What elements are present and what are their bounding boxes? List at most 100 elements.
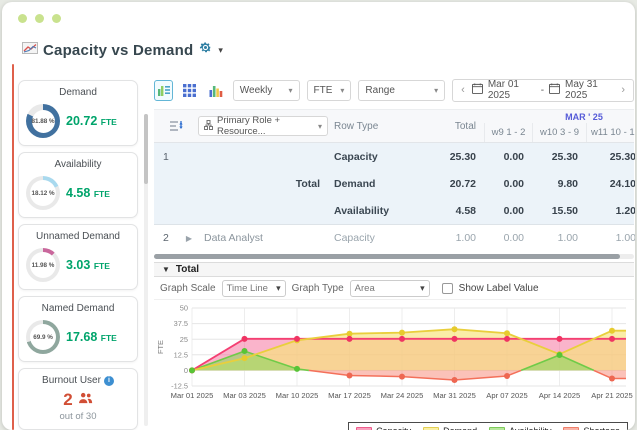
svg-text:Mar 01 2025: Mar 01 2025 [171, 391, 214, 400]
calendar-icon [472, 83, 483, 97]
kpi-card-named-demand[interactable]: Named Demand 69.9 % 17.68 FTE [18, 296, 138, 362]
svg-text:37.5: 37.5 [174, 319, 188, 328]
titlebar: Capacity vs Demand ▾ [22, 40, 223, 60]
prev-range-button[interactable]: ‹ [459, 84, 467, 96]
demand-donut: 81.88 % [26, 104, 60, 138]
sort-rows-icon[interactable] [154, 110, 198, 142]
cell-w11: 25.30 [586, 151, 635, 163]
row-type: Availability [332, 205, 424, 217]
svg-text:Mar 31 2025: Mar 31 2025 [433, 391, 476, 400]
show-label-value-label: Show Label Value [459, 283, 539, 294]
cell-total: 4.58 [424, 205, 484, 217]
svg-text:Mar 03 2025: Mar 03 2025 [223, 391, 266, 400]
show-label-value-checkbox[interactable] [442, 283, 453, 294]
donut-percent: 81.88 % [31, 118, 54, 125]
named-demand-donut: 69.9 % [26, 320, 60, 354]
date-range-picker: ‹ Mar 01 2025 - May 31 2025 › [452, 79, 634, 102]
period-select[interactable]: Weekly▾ [233, 80, 300, 101]
hierarchy-icon [204, 120, 213, 133]
window-dot[interactable] [52, 14, 61, 23]
table-chart-view-button[interactable] [154, 80, 173, 101]
horizontal-scrollbar[interactable] [154, 254, 634, 259]
group-by-select[interactable]: Primary Role + Resource... ▾ [198, 116, 328, 136]
svg-text:Mar 10 2025: Mar 10 2025 [276, 391, 319, 400]
chart-legend: Capacity Demand Availability Shortage [154, 422, 628, 430]
graph-type-label: Graph Type [292, 283, 344, 294]
column-week[interactable]: w9 1 - 2 [484, 123, 532, 142]
kpi-card-unnamed-demand[interactable]: Unnamed Demand 11.98 % 3.03 FTE [18, 224, 138, 290]
svg-text:Mar 17 2025: Mar 17 2025 [328, 391, 371, 400]
shortage-swatch [563, 427, 579, 430]
row-number: 2 [154, 232, 180, 244]
kpi-title: Demand [26, 87, 130, 98]
kpi-card-availability[interactable]: Availability 18.12 % 4.58 FTE [18, 152, 138, 218]
date-to[interactable]: May 31 2025 [565, 79, 614, 101]
cell-w10: 9.80 [532, 178, 586, 190]
chevron-down-icon: ▾ [340, 86, 344, 95]
chevron-down-icon: ▾ [434, 86, 438, 95]
row-type: Capacity [332, 232, 424, 244]
info-icon[interactable]: i [104, 376, 114, 386]
column-row-type[interactable]: Row Type [332, 110, 424, 142]
date-separator: - [541, 85, 544, 96]
capacity-swatch [356, 427, 372, 430]
row-type: Capacity [332, 151, 424, 163]
vertical-scrollbar[interactable] [144, 114, 148, 426]
kpi-card-demand[interactable]: Demand 81.88 % 20.72 FTE [18, 80, 138, 146]
chevron-down-icon: ▾ [289, 86, 293, 95]
chart-canvas[interactable]: Mar 01 2025 Mar 03 2025 Mar 10 2025 Mar 17 … [154, 302, 634, 414]
kpi-card-burnout[interactable]: Burnout User i 2 out of 30 [18, 368, 138, 430]
kpi-title: Named Demand [26, 303, 130, 314]
cell-w9: 0.00 [484, 151, 532, 163]
table-row[interactable]: Availability 4.58 0.00 15.50 1.20 [154, 197, 634, 224]
cell-w10: 25.30 [532, 151, 586, 163]
main-panel: Weekly▾ FTE▾ Range▾ ‹ Mar 01 2025 - May … [154, 76, 634, 430]
next-range-button[interactable]: › [619, 84, 627, 96]
calendar-icon [549, 83, 560, 97]
table-row[interactable]: 2 ▶ Data Analyst Capacity 1.00 0.00 1.00… [154, 225, 634, 251]
section-title: Total [176, 264, 199, 275]
table-row[interactable]: Total Demand 20.72 0.00 9.80 24.10 [154, 170, 634, 197]
column-total[interactable]: Total [424, 110, 484, 142]
svg-text:50: 50 [180, 304, 188, 313]
toolbar: Weekly▾ FTE▾ Range▾ ‹ Mar 01 2025 - May … [154, 76, 634, 104]
column-week[interactable]: w10 3 - 9 [532, 123, 586, 142]
row-role: Total [198, 178, 332, 190]
legend-item-capacity: Capacity [356, 426, 411, 430]
svg-text:25: 25 [180, 335, 188, 344]
row-role: Data Analyst [198, 232, 332, 244]
bar-chart-view-button[interactable] [207, 80, 226, 101]
svg-text:Apr 21 2025: Apr 21 2025 [591, 391, 632, 400]
users-icon [78, 391, 93, 409]
cell-total: 25.30 [424, 151, 484, 163]
line-chart-icon [22, 41, 38, 60]
page-title: Capacity vs Demand [43, 42, 193, 59]
demand-swatch [423, 427, 439, 430]
date-from[interactable]: Mar 01 2025 [488, 79, 536, 101]
window-dot[interactable] [18, 14, 27, 23]
table-row[interactable]: 1 Capacity 25.30 0.00 25.30 25.30 [154, 143, 634, 170]
gear-icon[interactable] [198, 40, 213, 60]
svg-text:Apr 14 2025: Apr 14 2025 [539, 391, 580, 400]
unit-select[interactable]: FTE▾ [307, 80, 352, 101]
range-select[interactable]: Range▾ [358, 80, 445, 101]
cell-w11: 1.00 [586, 232, 635, 244]
graph-scale-label: Graph Scale [160, 283, 216, 294]
total-section-header[interactable]: ▼ Total [154, 262, 634, 277]
burnout-caption: out of 30 [26, 411, 130, 422]
graph-type-select[interactable]: Area▾ [350, 280, 430, 297]
left-accent-bar [12, 64, 14, 430]
column-week[interactable]: w11 10 - 16 [586, 123, 635, 142]
window-dot[interactable] [35, 14, 44, 23]
grid-view-button[interactable] [180, 80, 199, 101]
chevron-down-icon: ▾ [420, 283, 425, 294]
legend-item-availability: Availability [489, 426, 551, 430]
expand-row-icon[interactable]: ▶ [180, 234, 198, 243]
chevron-down-icon: ▾ [318, 122, 322, 131]
kpi-value: 4.58 FTE [66, 186, 110, 200]
graph-scale-select[interactable]: Time Line▾ [222, 280, 286, 297]
svg-text:0: 0 [184, 366, 188, 375]
title-dropdown-caret[interactable]: ▾ [218, 45, 223, 56]
cell-total: 20.72 [424, 178, 484, 190]
donut-percent: 11.98 % [32, 262, 55, 269]
